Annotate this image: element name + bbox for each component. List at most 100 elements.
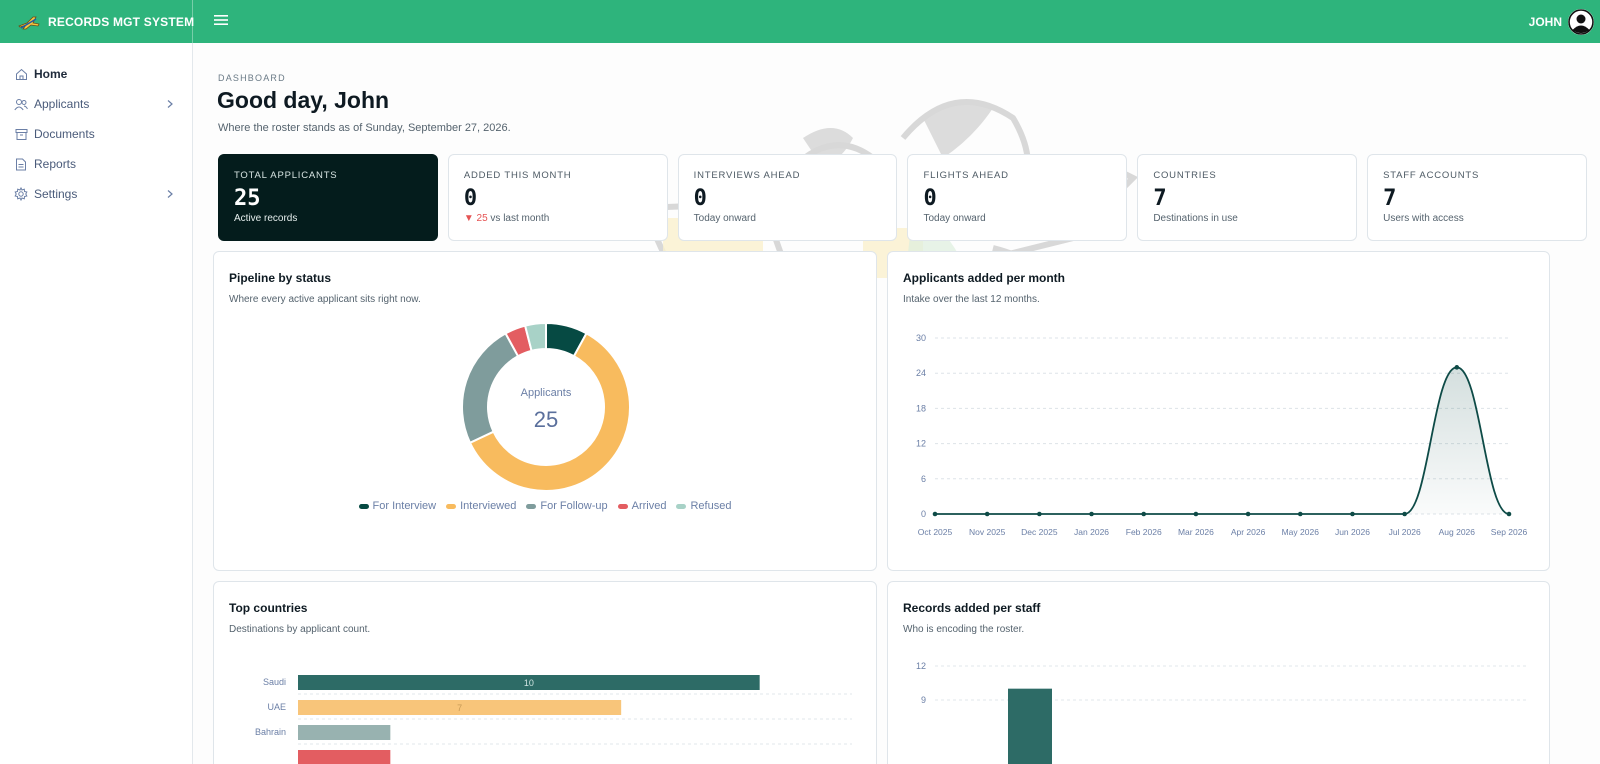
data-point [1297,511,1303,517]
bar-value-label: 10 [524,678,534,688]
stat-foot: Users with access [1383,213,1464,224]
data-point [1193,511,1199,517]
stat-label: FLIGHTS AHEAD [923,170,1009,181]
brand[interactable]: RECORDS MGT SYSTEM [0,0,195,43]
staff-card: Records added per staff Who is encoding … [887,581,1550,764]
users-icon [14,97,28,111]
monthly-card: Applicants added per month Intake over t… [887,251,1550,571]
data-point [1506,511,1512,517]
app-title: RECORDS MGT SYSTEM [48,14,195,29]
avatar[interactable] [1568,8,1594,35]
x-tick-label: Aug 2026 [1439,527,1476,537]
legend-item[interactable]: For Follow-up [526,500,608,512]
legend-swatch [358,503,369,509]
data-point [984,511,990,517]
data-point [1141,511,1147,517]
stat-card-countries[interactable]: COUNTRIES 7 Destinations in use [1137,154,1358,241]
sidebar-item-settings[interactable]: Settings [0,179,192,209]
legend-item[interactable]: Arrived [617,500,667,512]
data-point [1402,511,1407,517]
legend-label: Arrived [631,500,667,512]
chevron-right-icon [164,97,176,111]
user-menu[interactable]: JOHN [1529,0,1594,43]
bar [298,750,391,764]
hamburger-icon [214,13,228,31]
stat-label: INTERVIEWS AHEAD [693,170,801,181]
top-bar: RECORDS MGT SYSTEM JOHN [0,0,1600,43]
category-label: Saudi [263,677,286,687]
stat-foot: Active records [234,213,298,224]
stat-delta: 25 [476,213,488,224]
x-tick-label: Dec 2025 [1021,527,1058,537]
x-tick-label: Feb 2026 [1126,527,1162,537]
legend-label: For Follow-up [540,500,608,512]
legend-swatch [446,503,457,509]
stat-foot: ▼ 25 vs last month [464,213,652,224]
data-point [1089,511,1094,517]
breadcrumb: DASHBOARD [218,73,286,83]
stat-value: 0 [923,186,937,211]
stat-foot: Destinations in use [1153,213,1238,224]
page-subtitle: Where the roster stands as of Sunday, Se… [218,122,511,134]
legend-swatch [617,503,628,509]
stat-value: 7 [1153,186,1167,211]
x-tick-label: Jan 2026 [1074,527,1109,537]
sidebar-item-home[interactable]: Home [0,59,192,89]
legend-item[interactable]: Interviewed [446,500,516,512]
pipeline-legend: For Interview Interviewed For Follow-up Arr… [214,500,876,512]
stat-card-added-this-month[interactable]: ADDED THIS MONTH 0 ▼ 25 vs last month [447,154,668,241]
sidebar-item-label: Documents [34,127,95,141]
stat-foot: Today onward [923,213,986,224]
sidebar-item-applicants[interactable]: Applicants [0,89,192,119]
stat-value: 25 [234,186,261,211]
x-tick-label: Oct 2025 [918,527,953,537]
y-tick-label: 24 [916,368,926,378]
legend-label: Interviewed [460,500,517,512]
sidebar-item-label: Settings [34,187,78,201]
x-tick-label: Nov 2025 [969,527,1006,537]
stat-card-flights-ahead[interactable]: FLIGHTS AHEAD 0 Today onward [907,154,1128,241]
stat-label: TOTAL APPLICANTS [234,170,338,181]
legend-label: Refused [690,500,732,512]
y-tick-label: 0 [921,509,926,519]
x-tick-label: Jun 2026 [1335,527,1370,537]
page-title: Good day, John [217,87,390,113]
bar-value-label: 7 [457,703,462,713]
category-label: UAE [267,702,286,712]
x-tick-label: May 2026 [1282,527,1320,537]
stat-label: STAFF ACCOUNTS [1383,170,1480,181]
archive-icon [14,127,28,141]
stat-card-total-applicants[interactable]: TOTAL APPLICANTS 25 Active records [218,154,438,241]
stat-card-interviews-ahead[interactable]: INTERVIEWS AHEAD 0 Today onward [677,154,898,241]
donut-center-value: 25 [533,407,559,432]
x-tick-label: Mar 2026 [1178,527,1214,537]
legend-swatch [676,503,687,509]
stat-cards: TOTAL APPLICANTS 25 Active records ADDED… [218,154,1587,241]
bar [298,725,391,740]
legend-item[interactable]: For Interview [358,500,436,512]
bar [1008,688,1052,764]
sidebar-item-reports[interactable]: Reports [0,149,192,179]
stat-foot-text: vs last month [490,213,550,224]
y-tick-label: 12 [916,661,926,671]
data-point [932,511,938,517]
sidebar-item-label: Reports [34,157,77,171]
donut-center-label: Applicants [520,387,572,399]
y-tick-label: 18 [916,403,926,413]
x-tick-label: Sep 2026 [1491,527,1528,537]
data-point [1350,511,1355,517]
area-fill [935,367,1509,514]
menu-toggle-button[interactable] [211,12,231,32]
x-tick-label: Apr 2026 [1231,527,1266,537]
stat-label: ADDED THIS MONTH [463,170,572,181]
main-content: DASHBOARD Good day, John Where the roste… [193,43,1600,764]
legend-item[interactable]: Refused [676,500,731,512]
stat-label: COUNTRIES [1153,170,1217,181]
trend-down-icon: ▼ [463,213,474,224]
stat-card-staff-accounts[interactable]: STAFF ACCOUNTS 7 Users with access [1367,154,1587,241]
user-name: JOHN [1528,14,1562,29]
document-icon [14,157,28,171]
sidebar-item-documents[interactable]: Documents [0,119,192,149]
category-label: Bahrain [255,727,286,737]
legend-swatch [526,503,537,509]
